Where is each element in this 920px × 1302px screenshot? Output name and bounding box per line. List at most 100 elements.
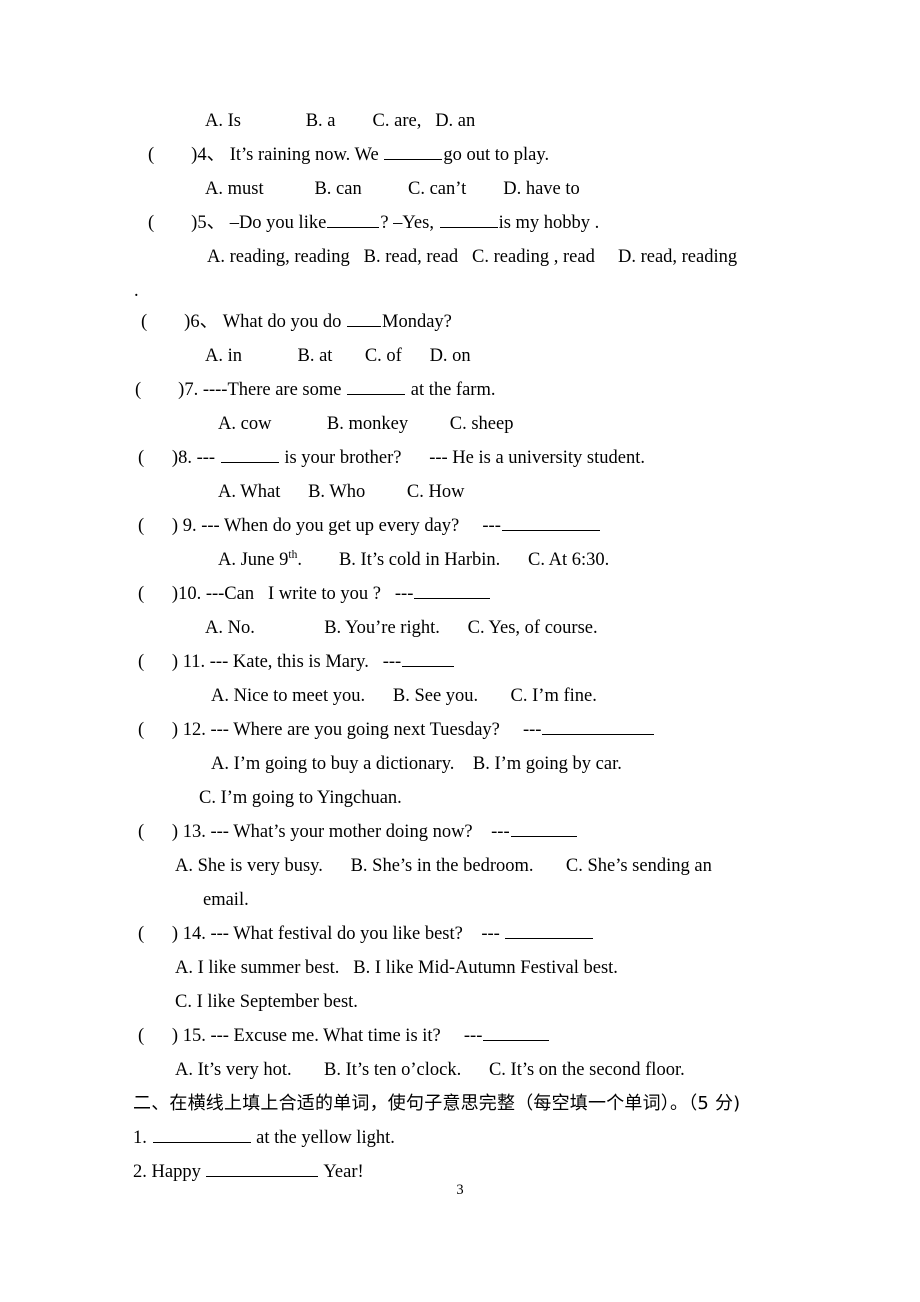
question-7-options-row: A. cow B. monkey C. sheep	[0, 411, 920, 445]
fill-in-item-1-suffix: at the yellow light.	[251, 1128, 395, 1148]
question-13-options-row: A. She is very busy. B. She’s in the bed…	[0, 853, 920, 887]
question-8-stem: ( )8. --- is your brother? --- He is a u…	[138, 445, 645, 471]
question-7-stem-row: ( )7. ----There are some at the farm.	[0, 377, 920, 411]
question-14-stem-row: ( ) 14. --- What festival do you like be…	[0, 921, 920, 955]
question-5-stem-text-c: is my hobby .	[498, 213, 600, 233]
question-12-options-ab-row: A. I’m going to buy a dictionary. B. I’m…	[0, 751, 920, 785]
question-8-options-row: A. What B. Who C. How	[0, 479, 920, 513]
question-4-stem-text-a: ( )4、 It’s raining now. We	[148, 145, 384, 165]
question-10-options-row: A. No. B. You’re right. C. Yes, of cours…	[0, 615, 920, 649]
question-5-stem-row: ( )5、 –Do you like ? –Yes, is my hobby .	[0, 210, 920, 244]
exam-page: A. Is B. a C. are, D. an ( )4、 It’s rain…	[0, 0, 920, 1302]
question-9-stem: ( ) 9. --- When do you get up every day?…	[138, 513, 601, 539]
question-9-blank[interactable]	[501, 515, 600, 531]
question-11-options: A. Nice to meet you. B. See you. C. I’m …	[211, 686, 597, 706]
ordinal-suffix: th	[288, 548, 298, 561]
fill-in-item-1: 1. at the yellow light.	[133, 1125, 395, 1151]
question-9-stem-text: ( ) 9. --- When do you get up every day?…	[138, 516, 501, 536]
question-14-stem: ( ) 14. --- What festival do you like be…	[138, 921, 594, 947]
question-13-blank[interactable]	[510, 821, 577, 837]
question-5-blank-1[interactable]	[327, 212, 380, 228]
question-13-option-continuation: email.	[203, 890, 249, 910]
question-9-stem-row: ( ) 9. --- When do you get up every day?…	[0, 513, 920, 547]
question-4-options-row: A. must B. can C. can’t D. have to	[0, 176, 920, 210]
question-7-stem: ( )7. ----There are some at the farm.	[135, 377, 495, 403]
question-13-stem-row: ( ) 13. --- What’s your mother doing now…	[0, 819, 920, 853]
question-6-blank[interactable]	[347, 311, 382, 327]
question-12-stem: ( ) 12. --- Where are you going next Tue…	[138, 717, 655, 743]
exam-content: A. Is B. a C. are, D. an ( )4、 It’s rain…	[0, 108, 920, 1193]
question-8-stem-row: ( )8. --- is your brother? --- He is a u…	[0, 445, 920, 479]
question-6-stem-text-a: ( )6、 What do you do	[141, 312, 347, 332]
question-6-stem-text-b: Monday?	[382, 312, 452, 332]
question-9-option-a-prefix: A. June 9	[218, 550, 289, 570]
question-12-blank[interactable]	[542, 719, 655, 735]
question-8-options: A. What B. Who C. How	[218, 482, 465, 502]
question-9-options-row: A. June 9th. B. It’s cold in Harbin. C. …	[0, 547, 920, 581]
question-11-blank[interactable]	[402, 651, 455, 667]
question-8-blank[interactable]	[220, 447, 279, 463]
question-7-blank[interactable]	[347, 379, 406, 395]
question-4-stem-text-b: go out to play.	[443, 145, 550, 165]
question-12-stem-row: ( ) 12. --- Where are you going next Tue…	[0, 717, 920, 751]
question-12-stem-text: ( ) 12. --- Where are you going next Tue…	[138, 720, 542, 740]
stray-period: .	[134, 281, 139, 301]
question-4-options: A. must B. can C. can’t D. have to	[205, 179, 580, 199]
question-5-blank-2[interactable]	[439, 212, 498, 228]
question-4-stem: ( )4、 It’s raining now. We go out to pla…	[148, 142, 549, 168]
question-10-blank[interactable]	[414, 583, 491, 599]
question-12-option-c: C. I’m going to Yingchuan.	[199, 788, 402, 808]
question-15-stem: ( ) 15. --- Excuse me. What time is it? …	[138, 1023, 550, 1049]
question-3-options: A. Is B. a C. are, D. an	[205, 111, 476, 131]
question-12-options-ab: A. I’m going to buy a dictionary. B. I’m…	[211, 754, 622, 774]
question-14-option-c-row: C. I like September best.	[0, 989, 920, 1023]
fill-in-item-1-blank[interactable]	[152, 1127, 251, 1143]
question-15-blank[interactable]	[483, 1025, 550, 1041]
question-5-stem-text-b: ? –Yes,	[380, 213, 439, 233]
fill-in-item-2-suffix: Year!	[319, 1162, 364, 1182]
question-8-stem-text-a: ( )8. ---	[138, 448, 220, 468]
question-13-option-continuation-row: email.	[0, 887, 920, 921]
question-5-stem-text-a: ( )5、 –Do you like	[148, 213, 327, 233]
question-13-stem-text: ( ) 13. --- What’s your mother doing now…	[138, 822, 510, 842]
fill-in-item-2-blank[interactable]	[206, 1161, 319, 1177]
question-15-options-row: A. It’s very hot. B. It’s ten o’clock. C…	[0, 1057, 920, 1091]
question-14-option-c: C. I like September best.	[175, 992, 358, 1012]
fill-in-item-1-prefix: 1.	[133, 1128, 152, 1148]
question-8-stem-text-b: is your brother? --- He is a university …	[279, 448, 645, 468]
question-11-stem-row: ( ) 11. --- Kate, this is Mary. ---	[0, 649, 920, 683]
question-6-options: A. in B. at C. of D. on	[205, 346, 471, 366]
question-5-stem: ( )5、 –Do you like ? –Yes, is my hobby .	[148, 210, 599, 236]
question-12-option-c-row: C. I’m going to Yingchuan.	[0, 785, 920, 819]
question-5-options-row: A. reading, reading B. read, read C. rea…	[0, 244, 920, 278]
question-13-stem: ( ) 13. --- What’s your mother doing now…	[138, 819, 578, 845]
question-6-stem: ( )6、 What do you do Monday?	[141, 309, 452, 335]
question-9-options: A. June 9th. B. It’s cold in Harbin. C. …	[218, 547, 609, 573]
question-11-stem-text: ( ) 11. --- Kate, this is Mary. ---	[138, 652, 402, 672]
question-4-blank[interactable]	[384, 144, 443, 160]
section-2-heading: 二、在横线上填上合适的单词，使句子意思完整（每空填一个单词）。（5 分)	[133, 1093, 741, 1114]
question-3-options-row: A. Is B. a C. are, D. an	[0, 108, 920, 142]
question-10-stem: ( )10. ---Can I write to you ? ---	[138, 581, 491, 607]
question-10-stem-row: ( )10. ---Can I write to you ? ---	[0, 581, 920, 615]
question-15-stem-row: ( ) 15. --- Excuse me. What time is it? …	[0, 1023, 920, 1057]
stray-period-row: .	[0, 278, 920, 309]
question-11-stem: ( ) 11. --- Kate, this is Mary. ---	[138, 649, 455, 675]
question-6-stem-row: ( )6、 What do you do Monday?	[0, 309, 920, 343]
fill-in-item-2-prefix: 2. Happy	[133, 1162, 206, 1182]
question-6-options-row: A. in B. at C. of D. on	[0, 343, 920, 377]
question-10-options: A. No. B. You’re right. C. Yes, of cours…	[205, 618, 598, 638]
fill-in-item-1-row: 1. at the yellow light.	[0, 1125, 920, 1159]
question-10-stem-text: ( )10. ---Can I write to you ? ---	[138, 584, 414, 604]
question-5-options: A. reading, reading B. read, read C. rea…	[207, 247, 738, 267]
question-11-options-row: A. Nice to meet you. B. See you. C. I’m …	[0, 683, 920, 717]
question-14-blank[interactable]	[505, 923, 594, 939]
question-15-stem-text: ( ) 15. --- Excuse me. What time is it? …	[138, 1026, 483, 1046]
question-7-stem-text-b: at the farm.	[406, 380, 496, 400]
question-13-options: A. She is very busy. B. She’s in the bed…	[175, 856, 712, 876]
question-7-options: A. cow B. monkey C. sheep	[218, 414, 514, 434]
question-14-stem-text: ( ) 14. --- What festival do you like be…	[138, 924, 505, 944]
section-2-heading-row: 二、在横线上填上合适的单词，使句子意思完整（每空填一个单词）。（5 分)	[0, 1091, 920, 1125]
question-7-stem-text-a: ( )7. ----There are some	[135, 380, 347, 400]
page-number: 3	[456, 1182, 464, 1198]
